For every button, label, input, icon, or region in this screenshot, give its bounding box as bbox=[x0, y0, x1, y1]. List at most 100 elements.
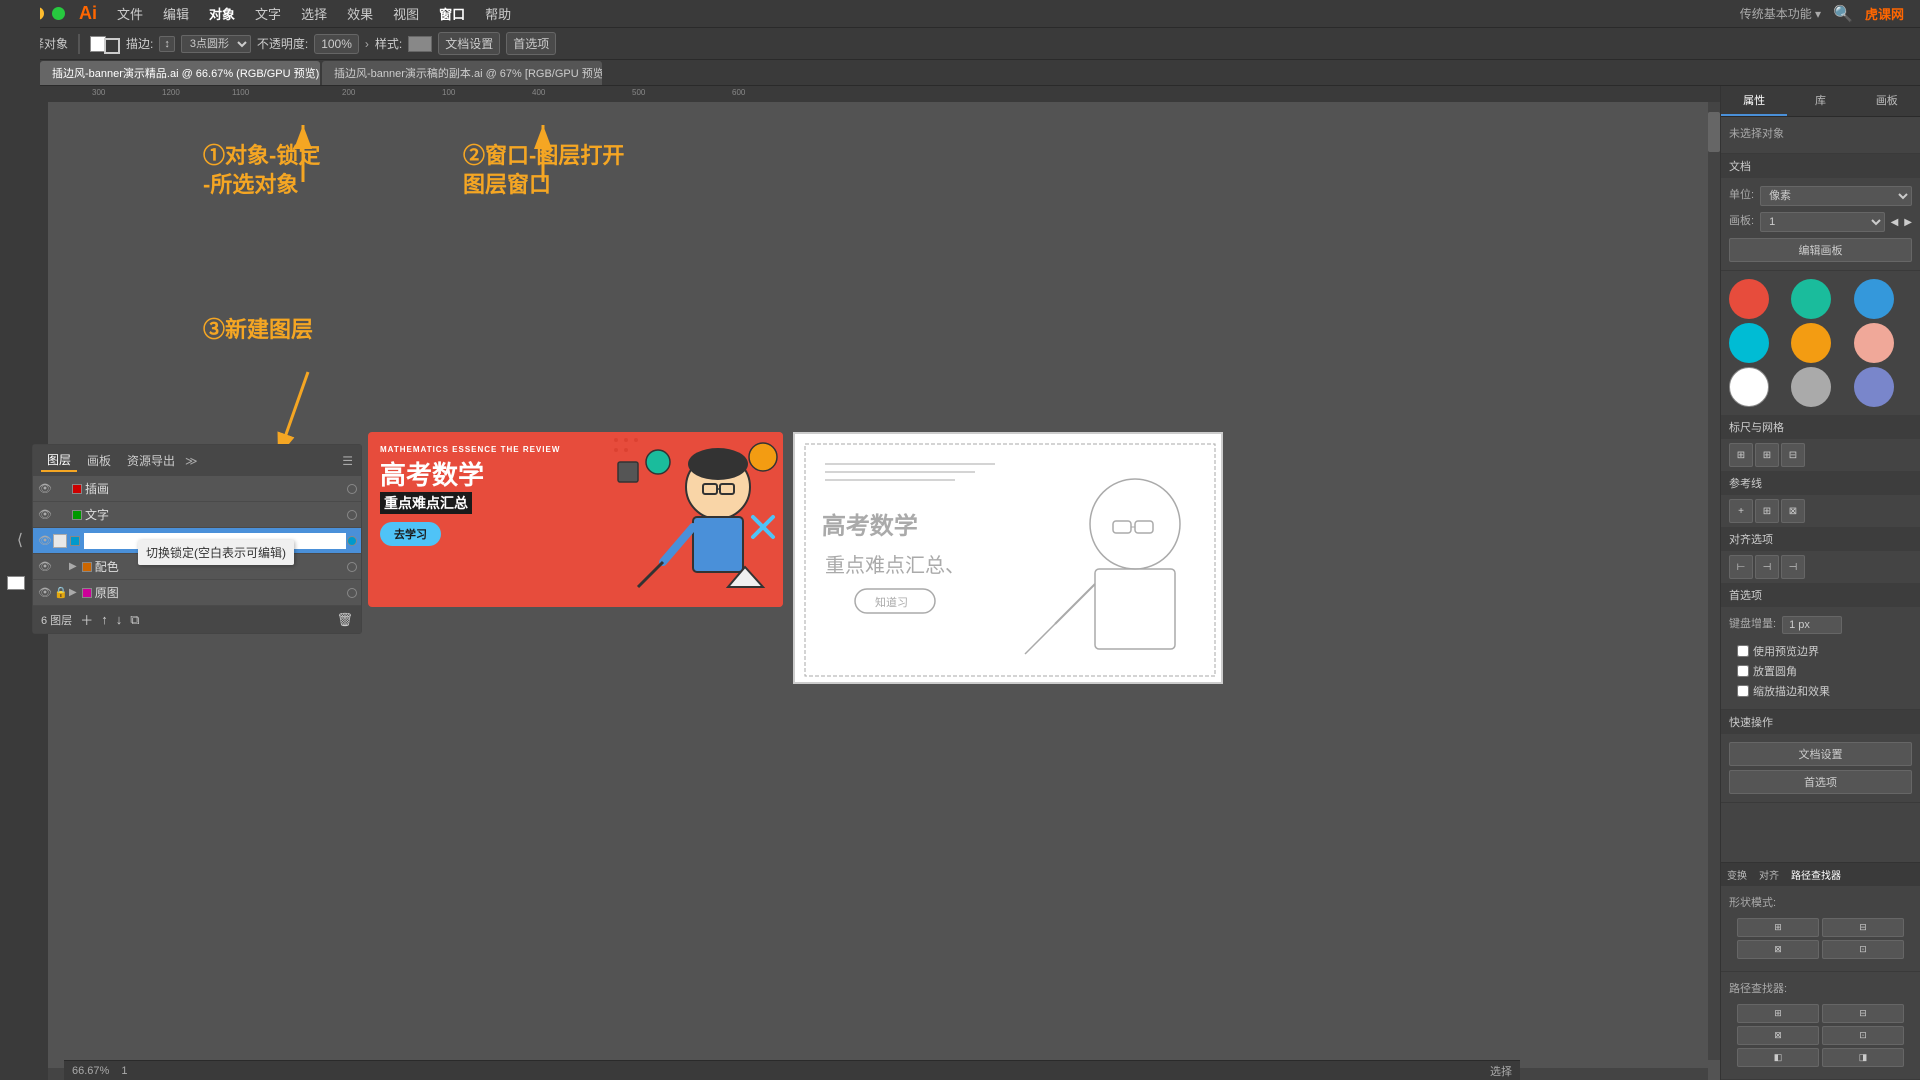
stroke-selector[interactable]: ↕ bbox=[159, 36, 175, 52]
fill-tool[interactable] bbox=[7, 576, 25, 590]
round-corners-check[interactable] bbox=[1737, 665, 1749, 677]
panel-tab-artboards[interactable]: 画板 bbox=[81, 450, 117, 471]
pf-btn-5[interactable]: ◧ bbox=[1737, 1048, 1819, 1067]
marks-btn-3[interactable]: ⊟ bbox=[1781, 443, 1805, 467]
pf-btn-4[interactable]: ⊡ bbox=[1822, 1026, 1904, 1045]
workspace-selector[interactable]: 传统基本功能 ▾ bbox=[1740, 5, 1821, 22]
layer-row-0[interactable]: 👁 插画 bbox=[33, 476, 361, 502]
doc-settings-btn[interactable]: 文档设置 bbox=[438, 32, 500, 55]
menu-select[interactable]: 选择 bbox=[293, 4, 335, 23]
snap-effects-check[interactable] bbox=[1737, 685, 1749, 697]
panel-tab-export[interactable]: 资源导出 bbox=[121, 450, 181, 471]
canvas-area[interactable]: 300 1200 1100 200 100 400 500 600 ①对象-锁定… bbox=[32, 86, 1720, 1080]
refs-btn-2[interactable]: ⊞ bbox=[1755, 499, 1779, 523]
search-icon[interactable]: 🔍 bbox=[1833, 4, 1853, 24]
pf-btn-2[interactable]: ⊟ bbox=[1822, 1004, 1904, 1023]
zoom-level[interactable]: 66.67% bbox=[72, 1065, 109, 1077]
marks-btn-2[interactable]: ⊞ bbox=[1755, 443, 1779, 467]
fill-stroke-control[interactable] bbox=[90, 34, 120, 54]
panel-expand-btn[interactable]: ≫ bbox=[185, 454, 198, 468]
swatch-orange[interactable] bbox=[1791, 323, 1831, 363]
layer-4-expand[interactable]: ▶ bbox=[69, 587, 77, 598]
panel-menu-btn[interactable]: ☰ bbox=[342, 454, 353, 468]
tab-2[interactable]: 插边风-banner演示稿的副本.ai @ 67% [RGB/GPU 预览] ✕ bbox=[322, 61, 602, 85]
refs-btn-3[interactable]: ⊠ bbox=[1781, 499, 1805, 523]
stroke-style-select[interactable]: 3点圆形 bbox=[181, 35, 251, 53]
rp-btab-pathfinder[interactable]: 路径查找器 bbox=[1785, 863, 1847, 886]
layer-1-lock[interactable] bbox=[53, 507, 69, 523]
unit-select[interactable]: 像素 bbox=[1760, 186, 1912, 206]
align-btn-3[interactable]: ⊣ bbox=[1781, 555, 1805, 579]
menu-help[interactable]: 帮助 bbox=[477, 4, 519, 23]
swatch-red[interactable] bbox=[1729, 279, 1769, 319]
refs-btn-1[interactable]: + bbox=[1729, 499, 1753, 523]
swatch-purple[interactable] bbox=[1854, 367, 1894, 407]
layer-2-visibility[interactable]: 👁 bbox=[37, 533, 53, 549]
swatch-white[interactable] bbox=[1729, 367, 1769, 407]
layer-row-4[interactable]: 👁 🔒 ▶ 原图 bbox=[33, 580, 361, 606]
menu-view[interactable]: 视图 bbox=[385, 4, 427, 23]
rp-tab-library[interactable]: 库 bbox=[1787, 86, 1853, 116]
pf-btn-3[interactable]: ⊠ bbox=[1737, 1026, 1819, 1045]
pf-btn-6[interactable]: ◨ bbox=[1822, 1048, 1904, 1067]
swatch-cyan[interactable] bbox=[1729, 323, 1769, 363]
swatch-blue[interactable] bbox=[1854, 279, 1894, 319]
rp-tab-artboard[interactable]: 画板 bbox=[1854, 86, 1920, 116]
delete-layer-btn[interactable]: 🗑 bbox=[336, 612, 353, 628]
doc-settings-action-btn[interactable]: 文档设置 bbox=[1729, 742, 1912, 766]
menu-text[interactable]: 文字 bbox=[247, 4, 289, 23]
nudge-input[interactable] bbox=[1782, 616, 1842, 634]
layer-2-lock[interactable] bbox=[53, 534, 67, 548]
tab-1[interactable]: 插边风-banner演示精品.ai @ 66.67% (RGB/GPU 预览) … bbox=[40, 61, 320, 85]
align-btn-1[interactable]: ⊢ bbox=[1729, 555, 1753, 579]
canvas-select[interactable]: 1 bbox=[1760, 212, 1885, 232]
scrollbar-thumb-vertical[interactable] bbox=[1708, 112, 1720, 152]
marks-btn-1[interactable]: ⊞ bbox=[1729, 443, 1753, 467]
align-btn-2[interactable]: ⊣ bbox=[1755, 555, 1779, 579]
layer-3-visibility[interactable]: 👁 bbox=[37, 559, 53, 575]
move-down-btn[interactable]: ↓ bbox=[116, 612, 123, 627]
menu-window[interactable]: 窗口 bbox=[431, 4, 473, 23]
layer-1-visibility[interactable]: 👁 bbox=[37, 507, 53, 523]
shape-unite-btn[interactable]: ⊞ bbox=[1737, 918, 1819, 937]
menu-edit[interactable]: 编辑 bbox=[155, 4, 197, 23]
banner-cta-btn[interactable]: 去学习 bbox=[380, 522, 441, 546]
layer-0-visibility[interactable]: 👁 bbox=[37, 481, 53, 497]
menu-file[interactable]: 文件 bbox=[109, 4, 151, 23]
layer-row-1[interactable]: 👁 文字 bbox=[33, 502, 361, 528]
panel-tab-layers[interactable]: 图层 bbox=[41, 449, 77, 472]
swatch-teal[interactable] bbox=[1791, 279, 1831, 319]
style-swatch[interactable] bbox=[408, 36, 432, 52]
edit-canvas-btn[interactable]: 编辑画板 bbox=[1729, 238, 1912, 262]
move-up-btn[interactable]: ↑ bbox=[101, 612, 108, 627]
rp-btab-align[interactable]: 对齐 bbox=[1753, 863, 1785, 886]
shape-intersect-btn[interactable]: ⊠ bbox=[1737, 940, 1819, 959]
swatch-gray[interactable] bbox=[1791, 367, 1831, 407]
rp-tab-properties[interactable]: 属性 bbox=[1721, 86, 1787, 116]
layer-4-lock[interactable]: 🔒 bbox=[53, 585, 69, 601]
stroke-swatch[interactable] bbox=[104, 38, 120, 54]
duplicate-layer-btn[interactable]: ⧉ bbox=[130, 612, 139, 628]
prefs-action-btn[interactable]: 首选项 bbox=[1729, 770, 1912, 794]
layer-3-expand[interactable]: ▶ bbox=[69, 561, 77, 572]
preview-bounds-check[interactable] bbox=[1737, 645, 1749, 657]
layer-0-lock[interactable] bbox=[53, 481, 69, 497]
canvas-nav-left[interactable]: ◀ bbox=[1891, 217, 1899, 228]
preferences-btn[interactable]: 首选项 bbox=[506, 32, 556, 55]
right-panel: 属性 库 画板 未选择对象 文档 单位: 像素 画板: 1 ◀ ▶ bbox=[1720, 86, 1920, 1080]
shape-exclude-btn[interactable]: ⊡ bbox=[1822, 940, 1904, 959]
layer-3-lock[interactable] bbox=[53, 559, 69, 575]
scrollbar-vertical[interactable] bbox=[1708, 102, 1720, 1060]
maximize-button[interactable] bbox=[52, 7, 65, 20]
menu-object[interactable]: 对象 bbox=[201, 4, 243, 23]
shape-minus-btn[interactable]: ⊟ bbox=[1822, 918, 1904, 937]
swatch-peach[interactable] bbox=[1854, 323, 1894, 363]
menu-effect[interactable]: 效果 bbox=[339, 4, 381, 23]
layer-4-visibility[interactable]: 👁 bbox=[37, 585, 53, 601]
rp-btab-transform[interactable]: 变换 bbox=[1721, 863, 1753, 886]
tab-scroll-left[interactable]: ⟨ bbox=[17, 530, 23, 550]
pf-btn-1[interactable]: ⊞ bbox=[1737, 1004, 1819, 1023]
canvas-nav-right[interactable]: ▶ bbox=[1904, 217, 1912, 228]
new-layer-btn[interactable]: ＋ bbox=[80, 610, 93, 629]
opacity-value[interactable]: 100% bbox=[314, 34, 359, 54]
